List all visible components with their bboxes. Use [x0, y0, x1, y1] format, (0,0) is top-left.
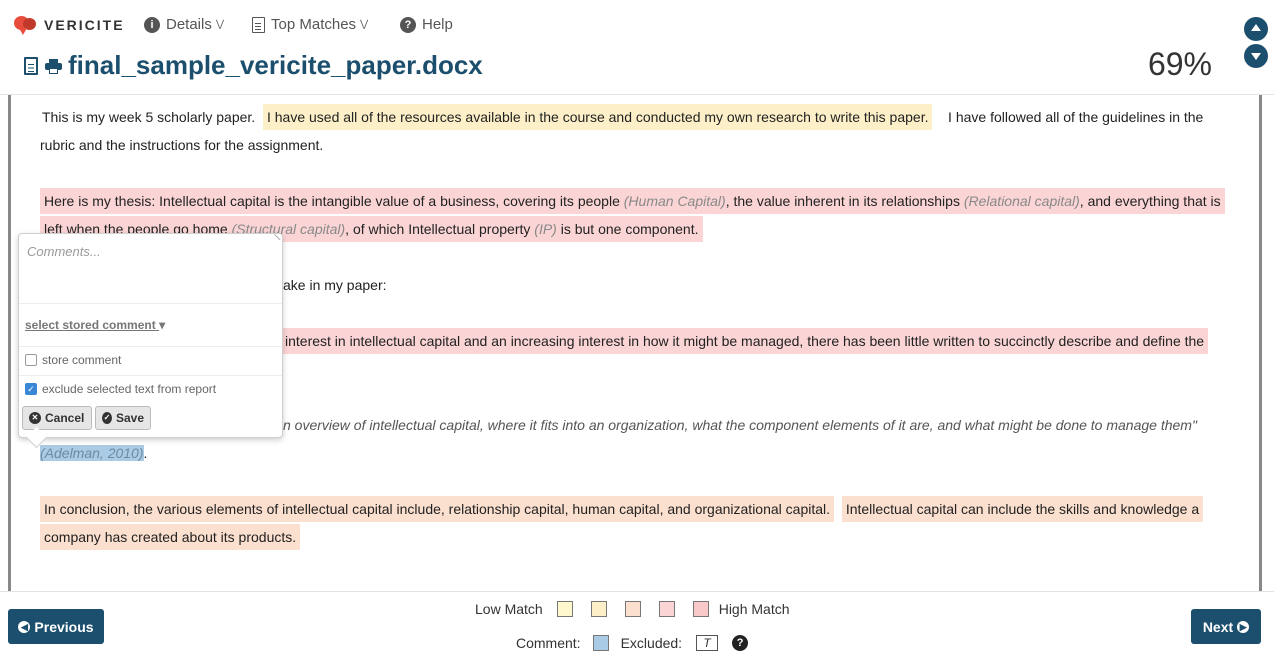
top-bar: VERICITE i Details ⋁ Top Matches ⋁ ? Hel… — [0, 0, 1274, 95]
cancel-label: Cancel — [45, 411, 85, 425]
next-button[interactable]: Next ▶ — [1191, 609, 1261, 644]
paragraph-6: In conclusion, the various elements of i… — [40, 495, 1230, 551]
arrow-up-icon — [1251, 24, 1261, 31]
match-highlight[interactable]: interest in intellectual capital and an … — [281, 328, 1209, 354]
cancel-button[interactable]: ✕ Cancel — [22, 406, 92, 430]
match-highlight[interactable]: Here is my thesis: Intellectual capital … — [40, 188, 1225, 214]
printer-icon[interactable] — [45, 58, 62, 74]
text-segment: . — [143, 445, 148, 461]
text-segment: , of which Intellectual property — [345, 221, 535, 237]
quoted-text: n overview of intellectual capital, wher… — [283, 417, 1197, 433]
arrow-right-icon: ▶ — [1237, 620, 1250, 633]
brand-name: VERICITE — [44, 17, 125, 33]
citation: (Human Capital) — [623, 193, 726, 209]
match-highlight[interactable]: Intellectual capital can include the ski… — [841, 496, 1204, 522]
select-stored-comment-label: select stored comment — [25, 318, 156, 332]
text-segment: I have followed all of the guidelines in… — [948, 109, 1204, 125]
document-title: final_sample_vericite_paper.docx — [68, 50, 483, 80]
legend-swatch — [658, 601, 675, 617]
comment-popup: Comments... select stored comment ▾ stor… — [18, 233, 283, 449]
divider — [19, 375, 282, 376]
top-matches-label: Top Matches — [271, 16, 357, 33]
exclude-text-label: exclude selected text from report — [42, 382, 217, 396]
paragraph-4: interest in intellectual capital and an … — [281, 327, 1221, 355]
text-segment: ake in my paper: — [283, 277, 387, 293]
chevron-down-icon: ⋁ — [360, 19, 369, 30]
resize-handle-icon[interactable] — [268, 233, 281, 247]
top-matches-menu[interactable]: Top Matches ⋁ — [252, 16, 368, 33]
paragraph-1: This is my week 5 scholarly paper. I hav… — [40, 103, 1230, 159]
exclude-text-checkbox[interactable]: ✓ — [25, 383, 37, 395]
document-icon[interactable] — [24, 56, 38, 75]
comment-label: Comment: — [516, 635, 581, 651]
citation: (IP) — [534, 221, 557, 237]
text-segment: Here is my thesis: Intellectual capital … — [44, 193, 624, 209]
divider — [19, 346, 282, 347]
help-icon[interactable]: ? — [732, 635, 749, 651]
text-segment: This is my week 5 scholarly paper. — [42, 109, 256, 125]
similarity-score: 69% — [1147, 46, 1212, 82]
excluded-swatch: T — [696, 635, 719, 651]
arrow-down-icon — [1251, 53, 1261, 60]
match-highlight[interactable]: company has created about its products. — [40, 524, 301, 550]
details-label: Details — [166, 16, 212, 33]
footer-bar: ◀ Previous Low Match High Match Comment:… — [0, 591, 1274, 661]
comment-highlight[interactable]: (Adelman, 2010) — [40, 445, 144, 461]
close-icon: ✕ — [29, 412, 41, 424]
text-segment: , and everything that is — [1079, 193, 1221, 209]
store-comment-option[interactable]: store comment — [25, 353, 121, 367]
exclude-text-option[interactable]: ✓ exclude selected text from report — [25, 382, 216, 396]
previous-button[interactable]: ◀ Previous — [8, 609, 104, 644]
save-button[interactable]: ✓ Save — [95, 406, 151, 430]
select-stored-comment-dropdown[interactable]: select stored comment ▾ — [25, 318, 165, 332]
previous-label: Previous — [34, 618, 94, 635]
save-label: Save — [115, 411, 144, 425]
check-icon: ✓ — [102, 412, 112, 424]
legend-swatch — [590, 601, 607, 617]
help-icon: ? — [400, 16, 416, 33]
excluded-label: Excluded: — [620, 635, 683, 651]
paragraph-5-citation: (Adelman, 2010). — [40, 439, 1230, 467]
chevron-down-icon: ⋁ — [215, 19, 225, 30]
legend-swatch — [692, 601, 709, 617]
text-segment: is but one component. — [556, 221, 699, 237]
text-segment: rubric and the instructions for the assi… — [40, 137, 324, 153]
arrow-left-icon: ◀ — [18, 620, 31, 633]
text-segment: , the value inherent in its relationship… — [725, 193, 964, 209]
paragraph-3: ake in my paper: — [283, 271, 1183, 299]
legend-swatch — [624, 601, 641, 617]
low-match-label: Low Match — [475, 601, 543, 617]
store-comment-checkbox[interactable] — [25, 354, 37, 366]
details-menu[interactable]: i Details ⋁ — [144, 16, 224, 33]
caret-down-icon: ▾ — [159, 318, 166, 332]
citation: (Relational capital) — [963, 193, 1080, 209]
scroll-up-button[interactable] — [1244, 17, 1268, 41]
comment-legend: Comment: Excluded: T ? — [516, 635, 749, 651]
next-label: Next — [1202, 618, 1234, 635]
comment-textarea[interactable]: Comments... — [19, 233, 282, 304]
store-comment-label: store comment — [42, 353, 122, 367]
comments-placeholder: Comments... — [27, 244, 101, 259]
document-title-row: final_sample_vericite_paper.docx — [24, 50, 483, 81]
help-label: Help — [422, 16, 453, 33]
paragraph-5-quote: n overview of intellectual capital, wher… — [283, 411, 1223, 439]
vericite-logo: VERICITE — [14, 14, 125, 36]
comment-swatch — [592, 635, 609, 651]
logo-icon — [14, 14, 38, 36]
match-highlight[interactable]: In conclusion, the various elements of i… — [40, 496, 835, 522]
match-highlight[interactable]: I have used all of the resources availab… — [262, 104, 933, 130]
match-legend: Low Match High Match — [475, 601, 790, 617]
help-menu[interactable]: ? Help — [400, 16, 453, 33]
legend-swatch — [556, 601, 573, 617]
document-icon — [252, 16, 265, 33]
scroll-down-button[interactable] — [1244, 44, 1268, 68]
info-icon: i — [144, 16, 160, 33]
high-match-label: High Match — [718, 601, 790, 617]
